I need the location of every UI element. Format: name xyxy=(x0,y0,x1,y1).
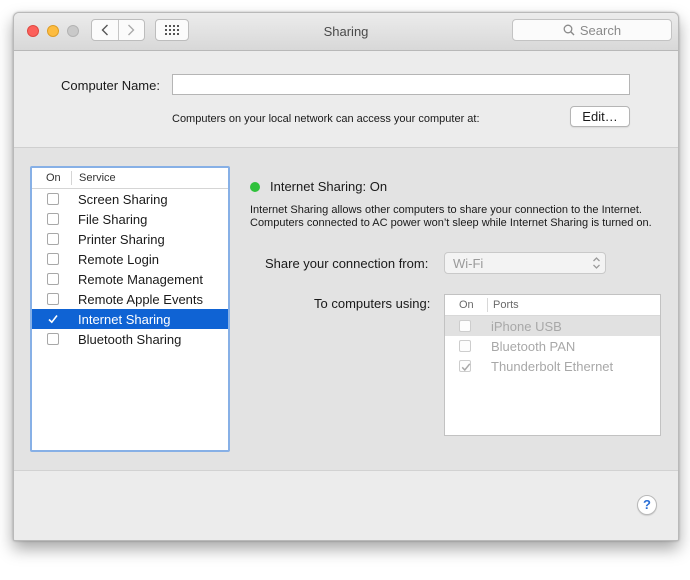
service-checkbox[interactable] xyxy=(47,213,59,225)
port-checkbox[interactable] xyxy=(459,340,471,352)
ports-list[interactable]: On Ports iPhone USB Bluetooth PAN Thunde… xyxy=(444,294,661,436)
share-from-select[interactable]: Wi-Fi xyxy=(444,252,606,274)
service-label: Internet Sharing xyxy=(78,312,171,327)
service-checkbox[interactable] xyxy=(47,313,59,325)
service-row-remote-apple-events[interactable]: Remote Apple Events xyxy=(32,289,228,309)
share-from-label: Share your connection from: xyxy=(265,256,429,271)
service-list-header: On Service xyxy=(32,168,228,189)
edit-button[interactable]: Edit… xyxy=(570,106,630,127)
status-text: Internet Sharing: On xyxy=(270,179,388,194)
title-bar: Sharing Search xyxy=(14,13,678,51)
service-row-remote-management[interactable]: Remote Management xyxy=(32,269,228,289)
ports-header-divider xyxy=(487,298,488,312)
port-checkbox[interactable] xyxy=(459,360,471,372)
service-checkbox[interactable] xyxy=(47,193,59,205)
service-list[interactable]: On Service Screen Sharing File Sharing P… xyxy=(30,166,230,452)
sharing-window: Sharing Search Computer Name: Computers … xyxy=(13,12,679,541)
to-computers-label: To computers using: xyxy=(314,296,431,311)
header-on: On xyxy=(46,172,61,184)
ports-header-on: On xyxy=(459,299,474,311)
service-row-remote-login[interactable]: Remote Login xyxy=(32,249,228,269)
share-from-value: Wi-Fi xyxy=(453,256,484,271)
service-label: File Sharing xyxy=(78,212,148,227)
checkmark-icon xyxy=(48,315,58,324)
service-row-internet-sharing[interactable]: Internet Sharing xyxy=(32,309,228,329)
port-row-thunderbolt-ethernet[interactable]: Thunderbolt Ethernet xyxy=(445,356,660,376)
status-indicator xyxy=(250,182,260,192)
computer-name-label: Computer Name: xyxy=(61,78,160,93)
service-label: Printer Sharing xyxy=(78,232,165,247)
service-checkbox[interactable] xyxy=(47,253,59,265)
service-label: Remote Login xyxy=(78,252,159,267)
service-label: Remote Management xyxy=(78,272,204,287)
service-row-printer-sharing[interactable]: Printer Sharing xyxy=(32,229,228,249)
port-label: Thunderbolt Ethernet xyxy=(491,359,614,374)
ports-header-ports: Ports xyxy=(493,299,519,311)
help-button[interactable]: ? xyxy=(637,495,657,515)
service-row-file-sharing[interactable]: File Sharing xyxy=(32,209,228,229)
computer-name-section: Computer Name: Computers on your local n… xyxy=(14,51,678,148)
checkmark-icon xyxy=(461,363,471,372)
computer-name-subtext: Computers on your local network can acce… xyxy=(172,113,480,125)
header-service: Service xyxy=(79,172,116,184)
service-checkbox[interactable] xyxy=(47,333,59,345)
search-field[interactable]: Search xyxy=(512,19,672,41)
port-label: iPhone USB xyxy=(491,319,562,334)
port-label: Bluetooth PAN xyxy=(491,339,576,354)
service-label: Remote Apple Events xyxy=(78,292,204,307)
ports-list-header: On Ports xyxy=(445,295,660,316)
updown-arrows-icon xyxy=(593,257,600,269)
service-description: Internet Sharing allows other computers … xyxy=(250,204,652,229)
search-icon xyxy=(563,24,575,36)
port-checkbox[interactable] xyxy=(459,320,471,332)
search-placeholder: Search xyxy=(579,22,622,38)
port-row-bluetooth-pan[interactable]: Bluetooth PAN xyxy=(445,336,660,356)
service-checkbox[interactable] xyxy=(47,233,59,245)
service-row-bluetooth-sharing[interactable]: Bluetooth Sharing xyxy=(32,329,228,349)
port-row-iphone-usb[interactable]: iPhone USB xyxy=(445,316,660,336)
service-row-screen-sharing[interactable]: Screen Sharing xyxy=(32,189,228,209)
header-divider xyxy=(71,171,72,185)
sharing-main: On Service Screen Sharing File Sharing P… xyxy=(14,148,678,471)
bottom-bar: ? xyxy=(14,471,678,540)
computer-name-input[interactable] xyxy=(172,74,630,95)
service-checkbox[interactable] xyxy=(47,273,59,285)
service-label: Bluetooth Sharing xyxy=(78,332,182,347)
service-label: Screen Sharing xyxy=(78,192,168,207)
service-checkbox[interactable] xyxy=(47,293,59,305)
